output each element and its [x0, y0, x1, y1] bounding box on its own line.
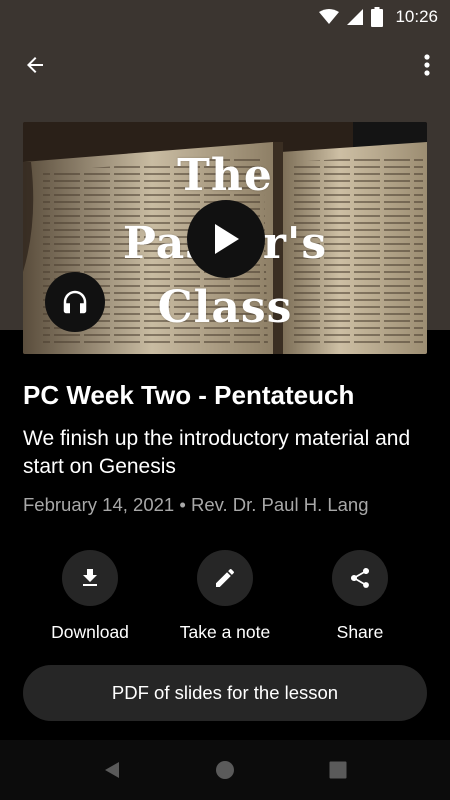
nav-home-icon	[216, 761, 234, 779]
share-label: Share	[336, 622, 384, 642]
headphones-icon	[63, 290, 87, 314]
take-note-circle[interactable]	[197, 550, 253, 606]
episode-title: PC Week Two - Pentateuch	[23, 380, 355, 410]
play-button[interactable]	[187, 200, 265, 278]
wifi-icon	[319, 9, 340, 25]
episode-author: Rev. Dr. Paul H. Lang	[190, 494, 369, 515]
back-arrow-icon	[27, 57, 43, 73]
more-options-button[interactable]	[412, 46, 442, 84]
nav-back-button[interactable]	[100, 758, 124, 782]
share-circle[interactable]	[332, 550, 388, 606]
episode-date: February 14, 2021	[23, 494, 175, 515]
episode-description: We finish up the introductory material a…	[23, 427, 411, 478]
back-button[interactable]	[14, 46, 56, 84]
download-icon	[83, 569, 97, 586]
download-circle[interactable]	[62, 550, 118, 606]
nav-recents-icon	[329, 761, 347, 779]
meta-separator: •	[179, 494, 186, 515]
more-vert-icon	[424, 54, 430, 76]
download-button[interactable]: Download	[25, 550, 155, 643]
pencil-icon	[216, 568, 235, 587]
play-icon	[215, 224, 239, 254]
app-bar	[0, 34, 450, 96]
nav-recents-button[interactable]	[326, 758, 350, 782]
status-time: 10:26	[395, 7, 438, 26]
audio-only-button[interactable]	[45, 272, 105, 332]
status-bar: 10:26	[0, 0, 450, 34]
nav-back-icon	[105, 762, 119, 778]
cellular-icon	[347, 9, 364, 25]
artwork-title-line1: The	[177, 150, 273, 201]
battery-icon	[371, 7, 384, 27]
share-icon	[350, 567, 370, 588]
action-row: Download Take a note Share	[0, 550, 450, 650]
take-note-button[interactable]: Take a note	[160, 550, 290, 643]
system-navigation-bar	[0, 740, 450, 800]
download-label: Download	[51, 622, 129, 642]
take-note-label: Take a note	[179, 622, 271, 642]
pdf-attachment-button[interactable]: PDF of slides for the lesson	[23, 665, 427, 721]
share-button[interactable]: Share	[295, 550, 425, 643]
nav-home-button[interactable]	[213, 758, 237, 782]
episode-meta: February 14, 2021 • Rev. Dr. Paul H. Lan…	[23, 494, 433, 516]
